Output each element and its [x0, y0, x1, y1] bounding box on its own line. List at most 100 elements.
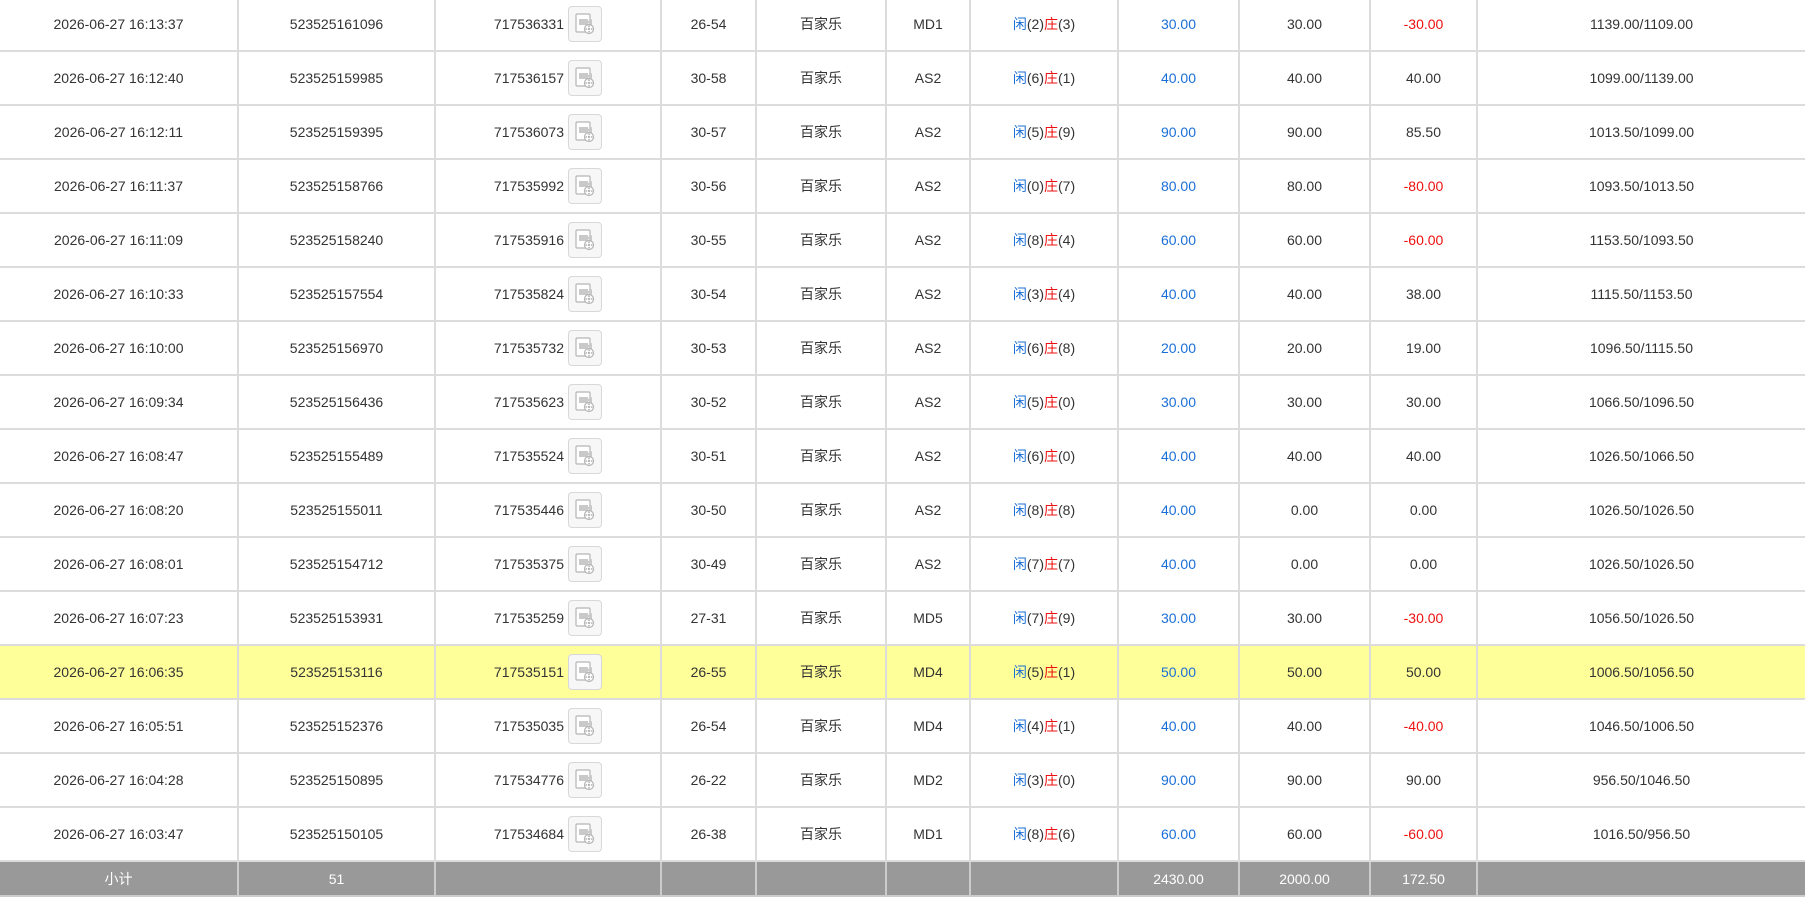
room-code: AS2 — [886, 482, 971, 538]
video-record-button[interactable] — [568, 384, 602, 420]
bet-amount: 40.00 — [1118, 50, 1240, 106]
bet-amount: 40.00 — [1118, 428, 1240, 484]
table-row: 2026-06-27 16:06:35 523525153116 7175351… — [0, 644, 1805, 700]
table-row: 2026-06-27 16:03:47 523525150105 7175346… — [0, 806, 1805, 862]
game-type: 百家乐 — [756, 698, 887, 754]
bet-amount: 30.00 — [1118, 590, 1240, 646]
bet-amount: 40.00 — [1118, 698, 1240, 754]
bet-time: 2026-06-27 16:13:37 — [0, 0, 239, 52]
player-label: 闲 — [1012, 664, 1027, 680]
table-row: 2026-06-27 16:04:28 523525150895 7175347… — [0, 752, 1805, 808]
bet-amount: 30.00 — [1118, 374, 1240, 430]
table-number: 30-54 — [661, 266, 757, 322]
video-record-button[interactable] — [568, 438, 602, 474]
banker-label: 庄 — [1044, 502, 1058, 518]
subtotal-empty — [435, 860, 662, 897]
player-label: 闲 — [1012, 448, 1027, 464]
game-number: 717535824 — [493, 286, 564, 302]
video-record-button[interactable] — [568, 60, 602, 96]
valid-bet: 60.00 — [1239, 212, 1371, 268]
game-result: 闲(6)庄(0) — [970, 428, 1119, 484]
subtotal-winloss: 172.50 — [1370, 860, 1478, 897]
game-number: 717535524 — [493, 448, 564, 464]
banker-label: 庄 — [1044, 448, 1058, 464]
game-number: 717535623 — [493, 394, 564, 410]
video-record-button[interactable] — [568, 708, 602, 744]
valid-bet: 50.00 — [1239, 644, 1371, 700]
video-record-icon — [575, 13, 595, 35]
balance-change: 1026.50/1026.50 — [1477, 482, 1805, 538]
game-number-cell: 717535035 — [435, 698, 662, 754]
video-record-icon — [575, 445, 595, 467]
game-number-cell: 717535375 — [435, 536, 662, 592]
player-label: 闲 — [1012, 286, 1027, 302]
game-number: 717535259 — [493, 610, 564, 626]
valid-bet: 40.00 — [1239, 428, 1371, 484]
table-row: 2026-06-27 16:09:34 523525156436 7175356… — [0, 374, 1805, 430]
video-record-button[interactable] — [568, 762, 602, 798]
player-score: (6) — [1026, 448, 1044, 464]
room-code: MD4 — [886, 644, 971, 700]
game-type: 百家乐 — [756, 482, 887, 538]
game-result: 闲(5)庄(9) — [970, 104, 1119, 160]
video-record-icon — [575, 499, 595, 521]
order-number: 523525150105 — [238, 806, 436, 862]
game-result: 闲(2)庄(3) — [970, 0, 1119, 52]
player-score: (8) — [1026, 502, 1044, 518]
table-row: 2026-06-27 16:13:37 523525161096 7175363… — [0, 0, 1805, 52]
bet-amount: 90.00 — [1118, 104, 1240, 160]
player-label: 闲 — [1012, 178, 1027, 194]
video-record-button[interactable] — [568, 276, 602, 312]
player-score: (2) — [1026, 16, 1044, 32]
game-number: 717535151 — [493, 664, 564, 680]
bet-amount: 60.00 — [1118, 212, 1240, 268]
game-number-cell: 717535623 — [435, 374, 662, 430]
game-number-cell: 717536157 — [435, 50, 662, 106]
video-record-button[interactable] — [568, 546, 602, 582]
video-record-icon — [575, 67, 595, 89]
video-record-icon — [575, 661, 595, 683]
valid-bet: 0.00 — [1239, 482, 1371, 538]
table-row: 2026-06-27 16:10:00 523525156970 7175357… — [0, 320, 1805, 376]
win-loss: 0.00 — [1370, 482, 1478, 538]
bet-time: 2026-06-27 16:08:47 — [0, 428, 239, 484]
order-number: 523525159985 — [238, 50, 436, 106]
bet-time: 2026-06-27 16:11:09 — [0, 212, 239, 268]
banker-score: (0) — [1058, 772, 1076, 788]
player-label: 闲 — [1012, 124, 1027, 140]
video-record-button[interactable] — [568, 600, 602, 636]
player-score: (3) — [1026, 286, 1044, 302]
video-record-icon — [575, 715, 595, 737]
video-record-button[interactable] — [568, 168, 602, 204]
table-number: 26-55 — [661, 644, 757, 700]
order-number: 523525158240 — [238, 212, 436, 268]
game-result: 闲(5)庄(0) — [970, 374, 1119, 430]
video-record-icon — [575, 175, 595, 197]
order-number: 523525158766 — [238, 158, 436, 214]
video-record-button[interactable] — [568, 492, 602, 528]
video-record-button[interactable] — [568, 816, 602, 852]
video-record-button[interactable] — [568, 114, 602, 150]
video-record-button[interactable] — [568, 222, 602, 258]
game-result: 闲(8)庄(8) — [970, 482, 1119, 538]
video-record-button[interactable] — [568, 330, 602, 366]
room-code: AS2 — [886, 50, 971, 106]
video-record-button[interactable] — [568, 6, 602, 42]
banker-label: 庄 — [1044, 664, 1058, 680]
banker-label: 庄 — [1044, 16, 1058, 32]
banker-score: (0) — [1058, 448, 1076, 464]
table-number: 27-31 — [661, 590, 757, 646]
table-number: 26-54 — [661, 0, 757, 52]
player-label: 闲 — [1012, 232, 1027, 248]
banker-label: 庄 — [1044, 340, 1058, 356]
valid-bet: 40.00 — [1239, 50, 1371, 106]
video-record-icon — [575, 607, 595, 629]
game-result: 闲(6)庄(1) — [970, 50, 1119, 106]
game-number-cell: 717535824 — [435, 266, 662, 322]
room-code: AS2 — [886, 158, 971, 214]
video-record-icon — [575, 337, 595, 359]
player-score: (7) — [1026, 610, 1044, 626]
game-type: 百家乐 — [756, 536, 887, 592]
video-record-button[interactable] — [568, 654, 602, 690]
banker-score: (1) — [1058, 70, 1076, 86]
